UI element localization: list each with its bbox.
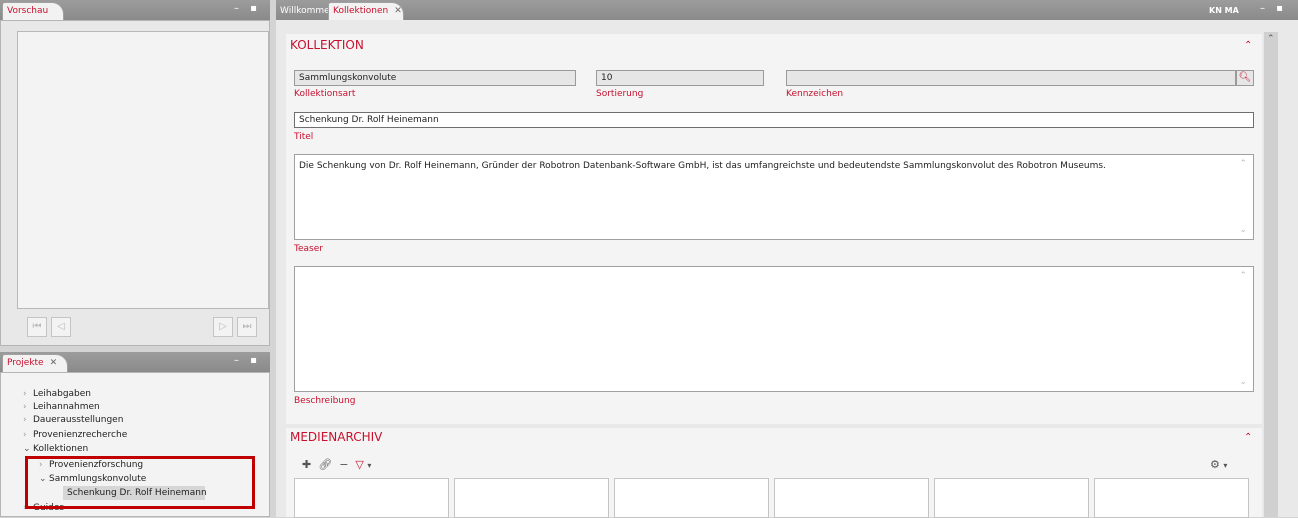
projects-tree: › Leihabgaben › Leihannahmen › Dauerausstel…	[0, 372, 270, 517]
scroll-down-icon[interactable]: ⌄	[1239, 377, 1247, 387]
editor-scrollbar[interactable]: ⌃	[1264, 32, 1278, 517]
media-thumbnail[interactable]	[294, 478, 449, 518]
first-page-button[interactable]: ⏮	[27, 317, 47, 337]
tree-item-provenienzrecherche[interactable]: › Provenienzrecherche	[23, 430, 127, 440]
teaser-text: Die Schenkung von Dr. Rolf Heinemann, Gr…	[299, 161, 1106, 171]
remove-icon[interactable]: −	[339, 458, 348, 471]
media-thumbnail[interactable]	[774, 478, 929, 518]
add-icon[interactable]: ✚	[302, 458, 311, 471]
kollektion-section: KOLLEKTION ⌃ Sammlungskonvolute Kollekti…	[286, 34, 1262, 424]
editor-body: KOLLEKTION ⌃ Sammlungskonvolute Kollekti…	[276, 20, 1298, 517]
projects-window-controls[interactable]: – ▪	[234, 355, 261, 366]
tree-item-label: Dauerausstellungen	[33, 415, 124, 425]
tree-item-label: Kollektionen	[33, 444, 89, 454]
collapse-icon[interactable]: ⌃	[1244, 432, 1252, 443]
editor-window-controls[interactable]: – ▪	[1260, 3, 1287, 14]
medienarchiv-header: MEDIENARCHIV	[290, 430, 383, 444]
tab-vorschau-label: Vorschau	[7, 6, 49, 16]
titel-label: Titel	[294, 132, 314, 142]
sortierung-label: Sortierung	[596, 89, 644, 99]
media-thumbnail[interactable]	[614, 478, 769, 518]
preview-area	[17, 31, 269, 309]
tab-kollektionen[interactable]: Kollektionen ✕	[328, 2, 404, 20]
teaser-textarea[interactable]: Die Schenkung von Dr. Rolf Heinemann, Gr…	[294, 154, 1254, 240]
media-thumbnail[interactable]	[1094, 478, 1249, 518]
settings-menu[interactable]: ⚙ ▾	[1210, 458, 1227, 471]
preview-panel: ⏮ ◁ ▷ ⏭	[0, 20, 270, 346]
kennzeichen-field[interactable]	[786, 70, 1236, 86]
last-page-button[interactable]: ⏭	[237, 317, 257, 337]
dropdown-arrow-icon[interactable]: ▾	[367, 461, 371, 470]
tree-item-label: Provenienzrecherche	[33, 430, 128, 440]
close-icon[interactable]: ✕	[394, 6, 402, 16]
scroll-up-icon[interactable]: ⌃	[1267, 34, 1275, 44]
kollektionsart-label: Kollektionsart	[294, 89, 356, 99]
scroll-up-icon[interactable]: ⌃	[1239, 159, 1247, 169]
editor-header: Willkommen Kollektionen ✕ KN MA – ▪	[276, 0, 1298, 20]
highlight-box	[25, 456, 255, 509]
tab-projekte-label: Projekte	[7, 358, 44, 368]
chevron-right-icon: ›	[23, 415, 27, 425]
next-page-button[interactable]: ▷	[213, 317, 233, 337]
teaser-label: Teaser	[294, 244, 323, 254]
kennzeichen-label: Kennzeichen	[786, 89, 844, 99]
preview-panel-header: Vorschau – ▪	[0, 0, 270, 20]
tree-item-label: Leihannahmen	[33, 402, 100, 412]
titel-field[interactable]: Schenkung Dr. Rolf Heinemann	[294, 112, 1254, 128]
media-toolbar: ✚ 🔗︎ − ▽ ▾	[302, 458, 371, 471]
dropdown-arrow-icon: ▾	[1223, 461, 1228, 470]
tree-item-dauerausstellungen[interactable]: › Dauerausstellungen	[23, 415, 123, 425]
beschreibung-label: Beschreibung	[294, 396, 356, 406]
tab-projekte[interactable]: Projekte ✕	[2, 354, 68, 372]
user-initials[interactable]: KN MA	[1209, 6, 1239, 15]
chevron-right-icon: ›	[23, 430, 27, 440]
beschreibung-textarea[interactable]: ⌃ ⌄	[294, 266, 1254, 392]
kollektion-header: KOLLEKTION	[290, 38, 364, 52]
media-thumbnail[interactable]	[934, 478, 1089, 518]
tree-item-leihabgaben[interactable]: › Leihabgaben	[23, 389, 91, 399]
tree-item-label: Leihabgaben	[33, 389, 92, 399]
kollektionsart-field[interactable]: Sammlungskonvolute	[294, 70, 576, 86]
collapse-icon[interactable]: ⌃	[1244, 40, 1252, 51]
chevron-right-icon: ›	[23, 389, 27, 399]
chevron-down-icon: ⌄	[23, 444, 31, 454]
link-icon[interactable]: 🔗︎	[318, 458, 332, 471]
tab-kollektionen-label: Kollektionen	[333, 6, 389, 16]
tree-item-kollektionen[interactable]: ⌄ Kollektionen	[23, 444, 88, 454]
close-icon[interactable]: ✕	[50, 358, 58, 368]
tree-item-leihannahmen[interactable]: › Leihannahmen	[23, 402, 100, 412]
scroll-down-icon[interactable]: ⌄	[1239, 225, 1247, 235]
gear-icon: ⚙	[1210, 458, 1220, 471]
preview-window-controls[interactable]: – ▪	[234, 3, 261, 14]
sortierung-field[interactable]: 10	[596, 70, 764, 86]
scroll-up-icon[interactable]: ⌃	[1239, 271, 1247, 281]
tab-vorschau[interactable]: Vorschau	[2, 2, 64, 20]
prev-page-button[interactable]: ◁	[51, 317, 71, 337]
filter-icon[interactable]: ▽	[355, 458, 363, 471]
chevron-right-icon: ›	[23, 402, 27, 412]
media-thumbnail[interactable]	[454, 478, 609, 518]
search-icon[interactable]: 🔍︎	[1236, 70, 1254, 86]
projects-panel-header: Projekte ✕ – ▪	[0, 352, 270, 372]
